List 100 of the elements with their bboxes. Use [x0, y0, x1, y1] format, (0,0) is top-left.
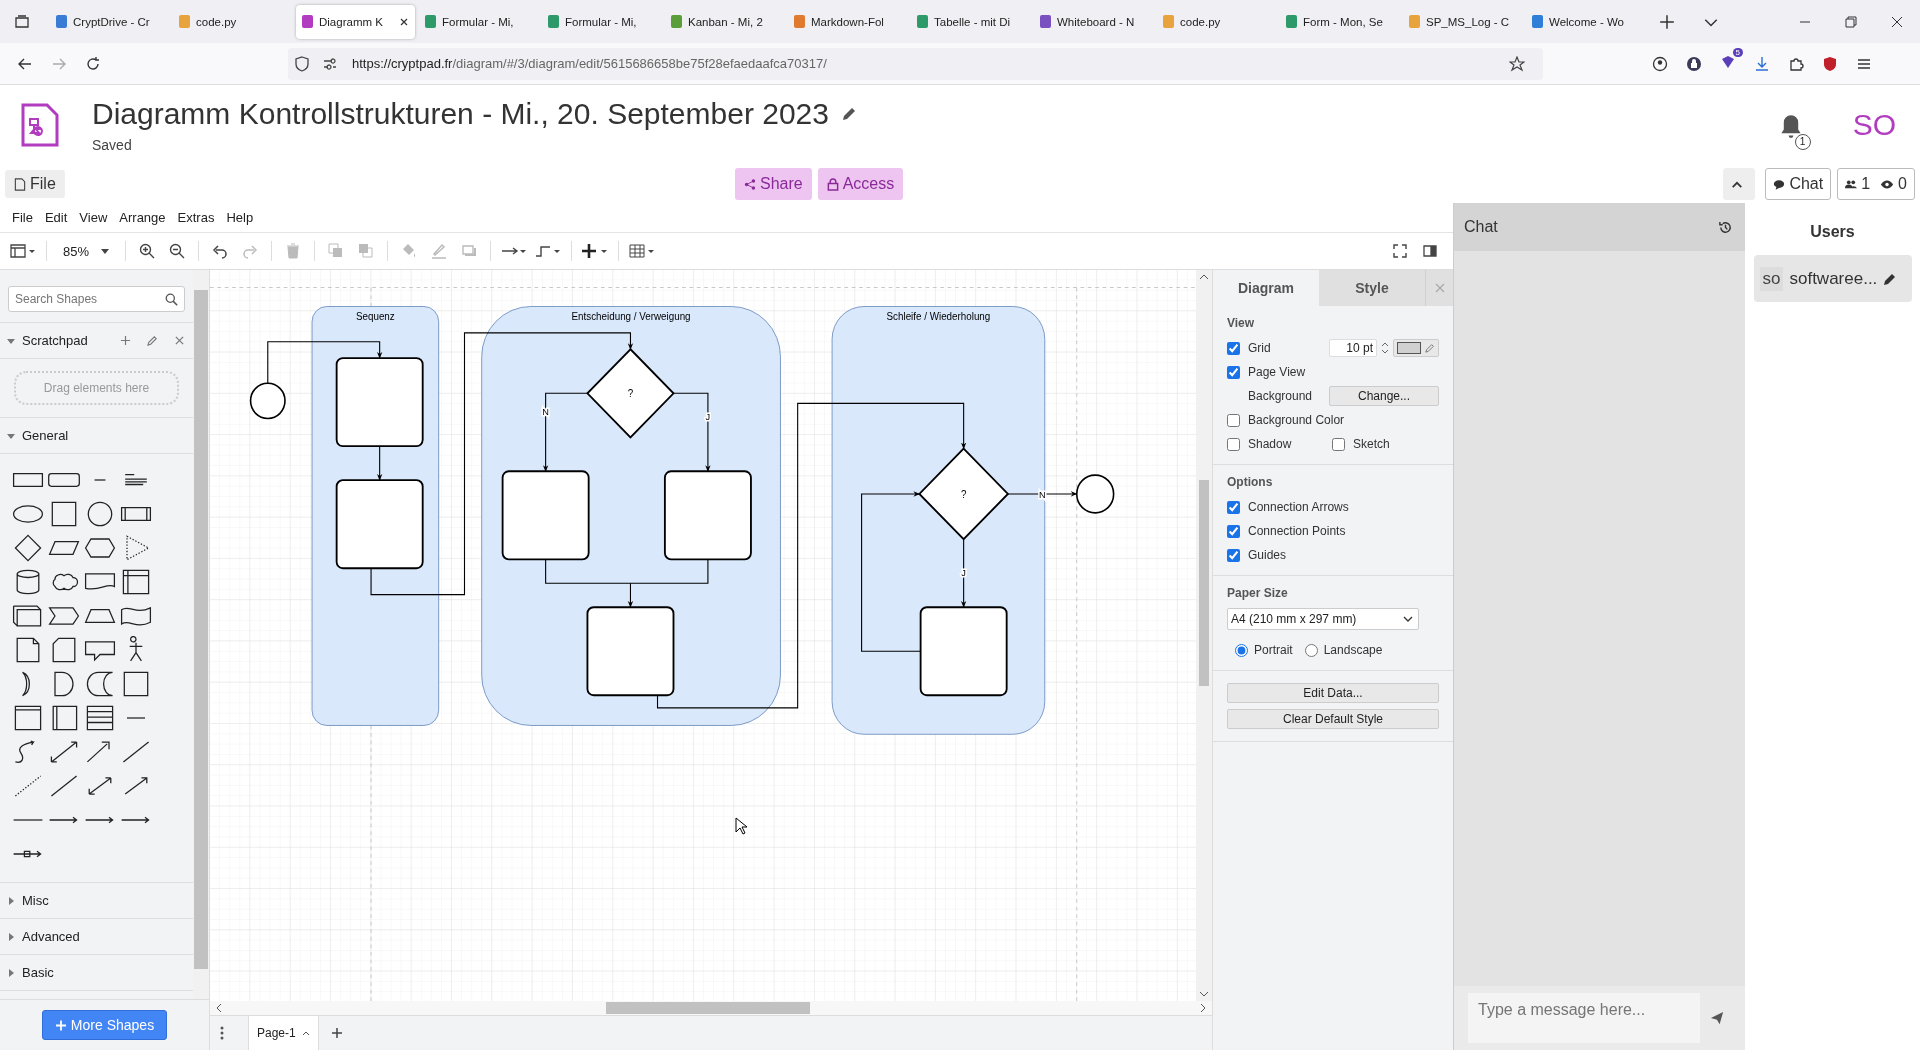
process-node[interactable]: [335, 479, 424, 570]
process-node[interactable]: [586, 606, 675, 697]
puzzle-icon[interactable]: [1788, 55, 1804, 72]
connector-arrow[interactable]: [376, 445, 383, 481]
connector-arrow[interactable]: [370, 332, 634, 596]
browser-tab[interactable]: Formular - Mi,: [542, 4, 661, 39]
menu-item[interactable]: File: [12, 210, 33, 225]
menu-item[interactable]: Help: [226, 210, 254, 225]
file-button[interactable]: File: [5, 170, 65, 198]
extension-icon[interactable]: [1720, 53, 1736, 70]
send-icon[interactable]: [1710, 1011, 1724, 1025]
checkbox[interactable]: [1227, 524, 1240, 538]
more-shapes-button[interactable]: More Shapes: [41, 1010, 168, 1040]
connector-arrow[interactable]: [861, 491, 922, 652]
browser-tab[interactable]: Tabelle - mit Di: [911, 4, 1030, 39]
undo-icon[interactable]: [212, 243, 229, 259]
download-icon[interactable]: [1754, 55, 1770, 72]
browser-tab[interactable]: code.py: [1157, 4, 1276, 39]
format-panel-icon[interactable]: [1422, 243, 1438, 259]
history-icon[interactable]: [1718, 219, 1733, 235]
process-node[interactable]: [919, 606, 1008, 697]
add-page-icon[interactable]: [330, 1027, 343, 1039]
radio-button[interactable]: [1304, 643, 1318, 657]
browser-tab[interactable]: Form - Mon, Se: [1280, 4, 1399, 39]
message-field[interactable]: Type a message here...: [1468, 993, 1700, 1043]
checkbox[interactable]: [1332, 437, 1345, 451]
checkbox[interactable]: [1227, 548, 1240, 562]
chat-button[interactable]: Chat: [1765, 168, 1832, 200]
browser-tab[interactable]: code.py: [173, 4, 292, 39]
scroll-up-icon[interactable]: [1199, 274, 1209, 280]
change-button[interactable]: Change...: [1329, 386, 1439, 406]
fill-color-icon[interactable]: [401, 243, 418, 259]
insert-icon[interactable]: [582, 243, 609, 259]
zoom-in-icon[interactable]: [139, 243, 156, 259]
spinner-icon[interactable]: [1381, 341, 1389, 355]
checkbox[interactable]: [1227, 500, 1240, 514]
connector-arrow[interactable]: [672, 392, 711, 472]
panel-button[interactable]: Edit Data...: [1227, 683, 1439, 703]
scroll-left-icon[interactable]: [216, 1003, 222, 1013]
menu-item[interactable]: Edit: [44, 210, 68, 225]
access-button[interactable]: Access: [817, 168, 904, 200]
scrollbar-thumb[interactable]: [194, 290, 208, 969]
more-vertical-icon[interactable]: [220, 1026, 224, 1040]
scroll-down-icon[interactable]: [1199, 991, 1209, 997]
grid-color-button[interactable]: [1393, 339, 1439, 357]
zoom-dropdown[interactable]: 85%: [57, 243, 116, 259]
shield-icon[interactable]: [294, 55, 310, 72]
pencil-icon[interactable]: [1883, 271, 1898, 286]
menu-item[interactable]: Arrange: [119, 210, 166, 225]
tab-list-icon[interactable]: [14, 13, 30, 30]
menu-item[interactable]: Extras: [177, 210, 215, 225]
radio-button[interactable]: [1235, 643, 1248, 657]
scrollbar-thumb[interactable]: [1199, 480, 1209, 686]
star-icon[interactable]: [1509, 55, 1525, 72]
checkbox[interactable]: [1227, 413, 1240, 427]
browser-tab[interactable]: Formular - Mi,: [419, 4, 538, 39]
address-bar[interactable]: https://cryptpad.fr/diagram/#/3/diagram/edit/5615686658be75f28efaedaafca70317/: [288, 47, 1543, 80]
browser-tab[interactable]: Kanban - Mi, 2: [665, 4, 784, 39]
connector-arrow[interactable]: [627, 582, 634, 608]
paper-size-dropdown[interactable]: A4 (210 mm x 297 mm): [1227, 608, 1419, 630]
browser-tab[interactable]: Welcome - Wo: [1526, 4, 1645, 39]
close-icon[interactable]: [399, 16, 409, 27]
add-icon[interactable]: [120, 335, 131, 346]
user-avatar[interactable]: SO: [1852, 108, 1896, 142]
checkbox[interactable]: [1227, 341, 1240, 355]
browser-tab[interactable]: Whiteboard - N: [1034, 4, 1153, 39]
connector-arrow[interactable]: [960, 538, 967, 608]
reload-icon[interactable]: [85, 55, 101, 72]
table-icon[interactable]: [629, 243, 656, 259]
shield-icon[interactable]: [1822, 55, 1838, 72]
process-node[interactable]: [663, 470, 752, 561]
checkbox[interactable]: [1227, 365, 1240, 379]
end-node[interactable]: [1075, 474, 1115, 514]
users-button[interactable]: 1 0: [1837, 168, 1915, 200]
scrollbar-thumb[interactable]: [606, 1002, 810, 1014]
line-color-icon[interactable]: [431, 243, 448, 259]
panel-button[interactable]: Clear Default Style: [1227, 709, 1439, 729]
fullscreen-icon[interactable]: [1392, 243, 1408, 259]
browser-tab[interactable]: Markdown-Fol: [788, 4, 907, 39]
connector-arrow[interactable]: [1007, 491, 1078, 497]
process-node[interactable]: [335, 357, 424, 448]
waypoints-icon[interactable]: [535, 243, 562, 259]
decision-node[interactable]: [586, 347, 675, 439]
permissions-icon[interactable]: [322, 55, 338, 72]
zoom-out-icon[interactable]: [169, 243, 186, 259]
browser-tab[interactable]: SP_MS_Log - C: [1403, 4, 1522, 39]
new-tab-icon[interactable]: [1659, 13, 1675, 30]
browser-tab[interactable]: CryptDrive - Cr: [50, 4, 169, 39]
lock-icon[interactable]: [1686, 55, 1702, 72]
restore-icon[interactable]: [1845, 15, 1857, 28]
account-icon[interactable]: [1652, 55, 1668, 72]
connector-arrow[interactable]: [542, 392, 588, 472]
user-item[interactable]: so softwaree...: [1753, 255, 1912, 302]
grid-size-field[interactable]: 10 pt: [1329, 339, 1377, 357]
layout-icon[interactable]: [10, 243, 36, 259]
connector-arrow[interactable]: [656, 402, 967, 709]
panel-tab[interactable]: Style: [1319, 270, 1425, 306]
scroll-right-icon[interactable]: [1200, 1003, 1206, 1013]
collapse-button[interactable]: [1723, 168, 1756, 200]
start-node[interactable]: [249, 382, 286, 420]
